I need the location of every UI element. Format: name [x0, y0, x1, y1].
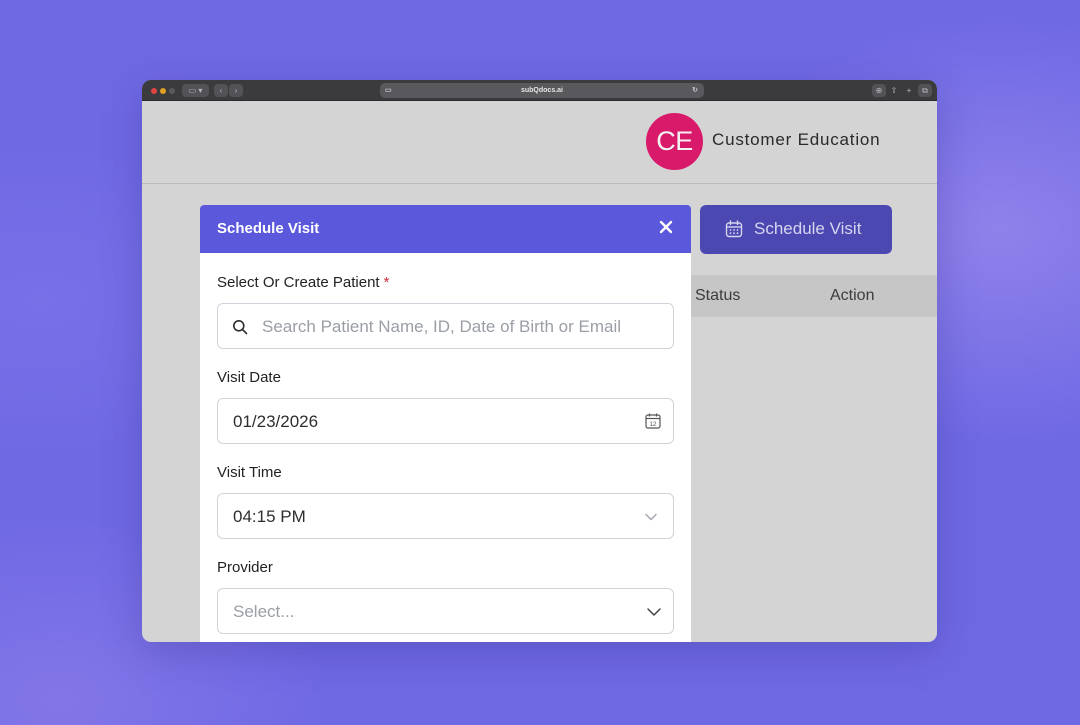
sidebar-toggle-button[interactable]: ▭ ▾: [182, 84, 209, 97]
zoom-window-button[interactable]: [169, 88, 175, 94]
visit-date-input[interactable]: 01/23/2026 12: [217, 398, 674, 444]
minimize-window-button[interactable]: [160, 88, 166, 94]
download-icon[interactable]: ⊕: [872, 84, 886, 97]
date-picker-icon[interactable]: 12: [644, 412, 662, 430]
modal-header: Schedule Visit: [200, 205, 691, 253]
required-marker: *: [383, 274, 390, 291]
close-icon[interactable]: [659, 220, 673, 234]
visit-time-value: 04:15 PM: [233, 507, 306, 526]
patient-label-text: Select Or Create Patient: [217, 274, 380, 291]
logo-mark: CE: [646, 113, 703, 170]
new-tab-icon[interactable]: +: [902, 84, 916, 97]
column-header-action: Action: [830, 287, 875, 304]
app-header: CE Customer Education: [142, 101, 937, 184]
chevron-down-icon: [645, 513, 657, 521]
patient-search-input[interactable]: Search Patient Name, ID, Date of Birth o…: [217, 303, 674, 349]
tab-overview-icon[interactable]: ⧉: [918, 84, 932, 97]
address-text: subQdocs.ai: [520, 87, 563, 94]
patient-search-placeholder: Search Patient Name, ID, Date of Birth o…: [262, 317, 622, 336]
modal-title: Schedule Visit: [217, 220, 320, 237]
schedule-visit-button-label: Schedule Visit: [754, 219, 862, 238]
browser-window: ▭ ▾ ‹ › ▭ subQdocs.ai ↻ ⊕ ⇧ + ⧉ CE Custo…: [142, 80, 937, 642]
visit-date-label: Visit Date: [217, 369, 281, 386]
visit-time-label: Visit Time: [217, 464, 282, 481]
share-icon[interactable]: ⇧: [887, 84, 901, 97]
calendar-icon: [725, 220, 743, 238]
patient-label: Select Or Create Patient *: [217, 274, 389, 291]
browser-titlebar: ▭ ▾ ‹ › ▭ subQdocs.ai ↻ ⊕ ⇧ + ⧉: [142, 80, 937, 101]
provider-select[interactable]: Select...: [217, 588, 674, 634]
search-icon: [233, 320, 248, 335]
forward-button[interactable]: ›: [229, 84, 243, 97]
svg-text:12: 12: [650, 422, 657, 428]
provider-label: Provider: [217, 559, 273, 576]
visit-date-value: 01/23/2026: [233, 412, 319, 431]
schedule-visit-button[interactable]: Schedule Visit: [700, 205, 892, 254]
table-header-row: Status Action: [690, 275, 937, 317]
page-menu-icon: ▭: [385, 87, 392, 94]
column-header-status: Status: [695, 287, 741, 304]
provider-placeholder: Select...: [233, 602, 295, 621]
close-window-button[interactable]: [151, 88, 157, 94]
back-button[interactable]: ‹: [214, 84, 228, 97]
logo-text: Customer Education: [712, 130, 881, 149]
visit-time-select[interactable]: 04:15 PM: [217, 493, 674, 539]
schedule-visit-modal: Schedule Visit Select Or Create Patient *…: [200, 205, 691, 642]
reload-icon[interactable]: ↻: [692, 83, 698, 98]
address-bar[interactable]: ▭ subQdocs.ai ↻: [380, 83, 704, 98]
chevron-down-icon: [647, 608, 661, 616]
